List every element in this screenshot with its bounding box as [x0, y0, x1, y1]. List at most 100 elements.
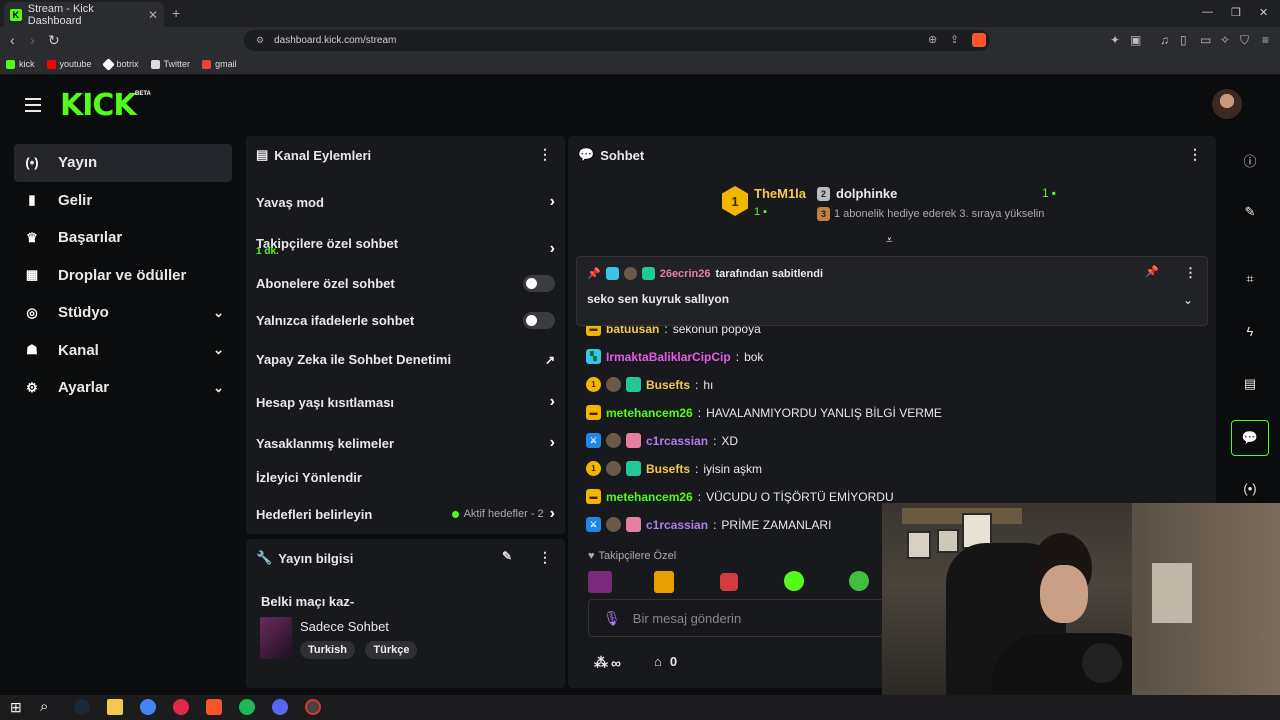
discord-icon[interactable] [272, 699, 288, 715]
windows-start-icon[interactable]: ⊞ [10, 699, 22, 716]
bookmark-gmail[interactable]: gmail [202, 59, 237, 69]
gift-icon: ▪ [763, 206, 768, 218]
leaderboard-second-user[interactable]: dolphinke [836, 186, 897, 201]
spotify-icon[interactable] [239, 699, 255, 715]
tag-chip[interactable]: Türkçe [365, 641, 418, 659]
collapse-leaderboard-icon[interactable]: ⩡ [886, 233, 893, 248]
gift-sub-badge-icon [626, 461, 641, 476]
emotes-only-toggle[interactable] [523, 312, 555, 329]
tag-chip[interactable]: Turkish [300, 641, 355, 659]
chat-username[interactable]: metehancem26 [606, 490, 693, 504]
extension-puzzle-icon[interactable]: ✦ [1110, 33, 1120, 47]
minimize-icon[interactable]: — [1202, 6, 1213, 18]
more-options-icon[interactable]: ⋮ [538, 549, 552, 566]
trophy-icon: ♛ [26, 229, 38, 245]
goals-row[interactable]: Hedefleri belirleyin Aktif hedefler - 2 … [256, 505, 555, 523]
banned-words-row[interactable]: Yasaklanmış kelimeler › [256, 434, 555, 452]
reload-icon[interactable]: ↻ [48, 32, 60, 49]
category-thumbnail[interactable] [260, 617, 292, 659]
steam-icon[interactable] [74, 699, 90, 715]
brave-shield-icon[interactable] [972, 33, 986, 47]
emote-icon[interactable] [784, 571, 804, 591]
browser-menu-icon[interactable]: ≡ [1262, 33, 1269, 47]
store-count[interactable]: ⌂ 0 [654, 654, 677, 669]
broadcast-icon[interactable]: (•) [1240, 481, 1260, 501]
share-icon[interactable]: ⇪ [950, 33, 959, 46]
edit-pencil-icon[interactable]: ✎ [1240, 204, 1260, 224]
raid-row[interactable]: İzleyici Yönlendir [256, 470, 555, 485]
sidebar-item-ayarlar[interactable]: ⚙ Ayarlar ⌄ [14, 369, 232, 407]
chat-username[interactable]: c1rcassian [646, 434, 708, 448]
back-icon[interactable]: ‹ [10, 32, 15, 48]
vpn-icon[interactable]: ⛉ [1240, 33, 1249, 48]
emote-icon[interactable] [588, 571, 612, 593]
close-tab-icon[interactable]: ✕ [148, 8, 158, 22]
unpin-icon[interactable]: 📌 [1145, 265, 1159, 278]
search-icon[interactable]: ⌕ [40, 698, 48, 715]
sidebar-item-studyo[interactable]: ◎ Stüdyo ⌄ [14, 294, 232, 332]
address-bar[interactable]: ⚙ dashboard.kick.com/stream ⊕ ⇪ [244, 30, 990, 51]
maximize-icon[interactable]: ❐ [1231, 6, 1241, 19]
hamburger-menu-icon[interactable] [25, 98, 41, 112]
chat-toggle-icon[interactable]: 💬 [1231, 420, 1269, 456]
brave-icon[interactable] [206, 699, 222, 715]
chat-username[interactable]: Busefts [646, 462, 690, 476]
info-icon[interactable]: ⓘ [1240, 151, 1260, 171]
edit-pencil-icon[interactable]: ✎ [502, 549, 512, 563]
new-tab-icon[interactable]: + [172, 5, 180, 21]
bookmark-kick[interactable]: kick [6, 59, 35, 69]
slow-mode-row[interactable]: Yavaş mod › [256, 193, 555, 211]
sword-badge-icon: ⚔ [586, 433, 601, 448]
chevron-right-icon: › [549, 240, 555, 257]
chat-input[interactable]: 🎙 Bir mesaj gönderin [588, 599, 898, 637]
chat-username[interactable]: metehancem26 [606, 406, 693, 420]
emote-icon[interactable] [720, 573, 738, 591]
mic-icon[interactable]: 🎙 [603, 610, 621, 627]
obs-icon[interactable] [305, 699, 321, 715]
sidebar-toggle-icon[interactable]: ▯ [1180, 33, 1187, 47]
extension-icon[interactable]: ▣ [1130, 33, 1141, 47]
zoom-icon[interactable]: ⊕ [928, 33, 937, 46]
bookmark-youtube[interactable]: youtube [46, 59, 92, 69]
chat-username[interactable]: Busefts [646, 378, 690, 392]
browser-tab[interactable]: K Stream - Kick Dashboard ✕ [4, 2, 164, 27]
user-avatar[interactable] [1212, 89, 1242, 119]
leaderboard-first-user[interactable]: TheM1la [754, 186, 806, 201]
subscribers-only-toggle[interactable] [523, 275, 555, 292]
screenshot-icon[interactable]: ⌗ [1240, 271, 1260, 291]
emote-icon[interactable] [849, 571, 869, 591]
category-name[interactable]: Sadece Sohbet [300, 619, 389, 634]
leo-ai-icon[interactable]: ✧ [1220, 33, 1230, 47]
lightning-icon[interactable]: ϟ [1240, 324, 1260, 344]
sidebar-item-basarilar[interactable]: ♛ Başarılar [14, 219, 232, 257]
notes-icon[interactable]: ▤ [1240, 376, 1260, 396]
emote-icon[interactable] [654, 571, 674, 593]
chevron-down-icon[interactable]: ⌄ [1183, 293, 1193, 307]
media-icon[interactable]: ♫ [1160, 33, 1169, 47]
close-window-icon[interactable]: ✕ [1259, 6, 1268, 19]
media-player-icon[interactable] [173, 699, 189, 715]
viewer-count[interactable]: ⁂ ∞ [594, 654, 621, 671]
pinned-by-text: tarafından sabitlendi [715, 267, 824, 280]
chrome-icon[interactable] [140, 699, 156, 715]
ai-moderation-row[interactable]: Yapay Zeka ile Sohbet Denetimi ↗ [256, 352, 555, 367]
pinned-by-user[interactable]: 26ecrin26 [660, 268, 711, 280]
site-info-icon[interactable]: ⚙ [256, 35, 264, 46]
bookmark-botrix[interactable]: botrix [101, 57, 139, 71]
file-explorer-icon[interactable] [107, 699, 123, 715]
more-options-icon[interactable]: ⋮ [1188, 146, 1202, 163]
sidebar-item-yayin[interactable]: (•) Yayın [14, 144, 232, 182]
age-restriction-row[interactable]: Hesap yaşı kısıtlaması › [256, 393, 555, 411]
more-options-icon[interactable]: ⋮ [538, 146, 552, 163]
more-options-icon[interactable]: ⋮ [1184, 265, 1197, 281]
bookmark-twitter[interactable]: Twitter [150, 59, 190, 69]
sidebar-item-kanal[interactable]: ☗ Kanal ⌄ [14, 332, 232, 370]
chat-username[interactable]: c1rcassian [646, 518, 708, 532]
wallet-icon[interactable]: ▭ [1200, 33, 1211, 47]
sidebar-item-droplar[interactable]: ▦ Droplar ve ödüller [14, 257, 232, 295]
forward-icon[interactable]: › [30, 32, 35, 48]
followers-only-row[interactable]: Takipçilere özel sohbet › [256, 228, 555, 258]
kick-logo[interactable]: KICK [60, 88, 137, 123]
sidebar-item-gelir[interactable]: ▮ Gelir [14, 182, 232, 220]
chat-username[interactable]: IrmaktaBaliklarCipCip [606, 350, 731, 364]
